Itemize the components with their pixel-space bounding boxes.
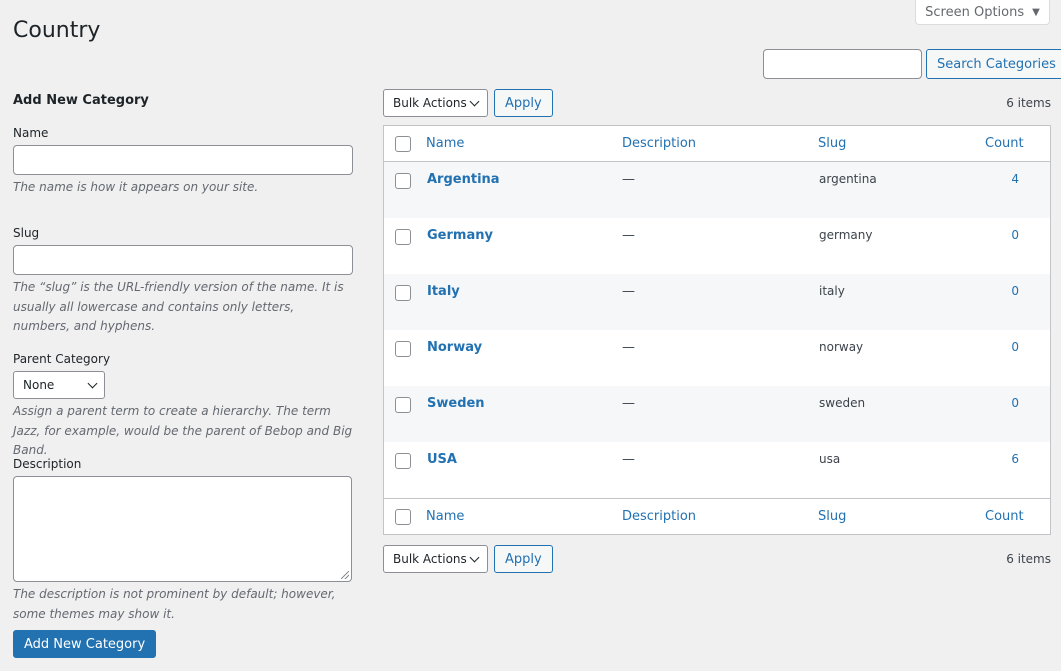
row-count-link[interactable]: 6	[984, 452, 1019, 466]
table-header: Name Description Slug Count	[384, 126, 1050, 162]
description-field-group: Description The description is not promi…	[13, 456, 353, 630]
parent-category-value: None	[23, 378, 55, 392]
row-description: —	[622, 452, 635, 467]
row-checkbox[interactable]	[395, 341, 411, 357]
table-footer: Name Description Slug Count	[384, 498, 1050, 534]
row-count-link[interactable]: 0	[984, 228, 1019, 242]
description-textarea[interactable]	[13, 476, 352, 582]
row-name-link[interactable]: USA	[427, 452, 457, 467]
bulk-actions-select-bottom[interactable]: Bulk Actions	[383, 545, 488, 573]
screen-options-label: Screen Options	[925, 4, 1025, 20]
column-count-footer[interactable]: Count	[985, 509, 1024, 524]
row-count-link[interactable]: 0	[984, 284, 1019, 298]
slug-help-text: The “slug” is the URL-friendly version o…	[13, 280, 344, 333]
bulk-actions-value: Bulk Actions	[393, 96, 467, 110]
column-count-header[interactable]: Count	[985, 136, 1024, 151]
row-count-link[interactable]: 0	[984, 340, 1019, 354]
resize-grip-icon[interactable]	[341, 571, 349, 579]
search-box: Search Categories	[763, 49, 1061, 79]
screen-options-button[interactable]: Screen Options ▼	[915, 0, 1050, 25]
row-slug: argentina	[819, 172, 877, 186]
column-name-footer[interactable]: Name	[426, 509, 464, 524]
search-input[interactable]	[763, 49, 922, 79]
add-new-category-form: Add New Category Name The name is how it…	[13, 92, 353, 658]
triangle-down-icon: ▼	[1032, 6, 1040, 18]
page-title: Country	[13, 18, 101, 43]
row-checkbox[interactable]	[395, 229, 411, 245]
name-label: Name	[13, 126, 49, 140]
description-help-text: The description is not prominent by defa…	[13, 587, 336, 621]
row-count-link[interactable]: 4	[984, 172, 1019, 186]
select-all-checkbox[interactable]	[395, 135, 411, 152]
slug-field-group: Slug The “slug” is the URL-friendly vers…	[13, 225, 353, 351]
name-input[interactable]	[13, 145, 353, 175]
row-checkbox[interactable]	[395, 453, 411, 469]
chevron-down-icon	[87, 378, 98, 388]
apply-button-top[interactable]: Apply	[494, 89, 553, 117]
row-slug: sweden	[819, 396, 866, 410]
row-description: —	[622, 228, 635, 243]
tablenav-bottom: Bulk Actions Apply 6 items	[383, 545, 1051, 573]
row-slug: usa	[819, 452, 841, 466]
row-slug: norway	[819, 340, 864, 354]
table-row: USA — usa 6	[384, 442, 1050, 498]
row-checkbox[interactable]	[395, 397, 411, 413]
row-description: —	[622, 340, 635, 355]
table-row: Norway — norway 0	[384, 330, 1050, 386]
items-count-bottom: 6 items	[1006, 552, 1051, 566]
table-row: Italy — italy 0	[384, 274, 1050, 330]
column-description-footer[interactable]: Description	[622, 509, 696, 524]
form-heading: Add New Category	[13, 93, 149, 108]
parent-category-label: Parent Category	[13, 352, 111, 366]
apply-button-bottom[interactable]: Apply	[494, 545, 553, 573]
row-name-link[interactable]: Italy	[427, 284, 460, 299]
column-name-header[interactable]: Name	[426, 136, 464, 151]
column-slug-footer[interactable]: Slug	[818, 509, 846, 524]
row-name-link[interactable]: Norway	[427, 340, 482, 355]
description-label: Description	[13, 457, 82, 471]
row-name-link[interactable]: Germany	[427, 228, 493, 243]
slug-input[interactable]	[13, 245, 353, 275]
categories-table: Name Description Slug Count Argentina — …	[383, 125, 1051, 535]
select-all-checkbox-footer[interactable]	[395, 508, 411, 525]
row-name-link[interactable]: Argentina	[427, 172, 500, 187]
bulk-actions-select-top[interactable]: Bulk Actions	[383, 89, 488, 117]
row-description: —	[622, 172, 635, 187]
table-row: Germany — germany 0	[384, 218, 1050, 274]
add-new-category-button[interactable]: Add New Category	[13, 630, 157, 658]
tablenav-top: Bulk Actions Apply 6 items	[383, 89, 1051, 117]
row-slug: germany	[819, 228, 873, 242]
row-slug: italy	[819, 284, 845, 298]
parent-help-text: Assign a parent term to create a hierarc…	[13, 404, 353, 457]
table-row: Sweden — sweden 0	[384, 386, 1050, 442]
bulk-actions-value: Bulk Actions	[393, 552, 467, 566]
parent-category-select[interactable]: None	[13, 371, 105, 399]
name-field-group: Name The name is how it appears on your …	[13, 125, 353, 225]
chevron-down-icon	[469, 552, 480, 562]
items-count-top: 6 items	[1006, 96, 1051, 110]
row-description: —	[622, 396, 635, 411]
row-checkbox[interactable]	[395, 285, 411, 301]
row-description: —	[622, 284, 635, 299]
table-row: Argentina — argentina 4	[384, 162, 1050, 218]
parent-field-group: Parent Category None Assign a parent ter…	[13, 351, 353, 457]
column-slug-header[interactable]: Slug	[818, 136, 846, 151]
column-description-header[interactable]: Description	[622, 136, 696, 151]
slug-label: Slug	[13, 226, 40, 240]
row-count-link[interactable]: 0	[984, 396, 1019, 410]
chevron-down-icon	[469, 96, 480, 106]
row-checkbox[interactable]	[395, 173, 411, 189]
search-categories-button[interactable]: Search Categories	[926, 49, 1061, 79]
row-name-link[interactable]: Sweden	[427, 396, 485, 411]
name-help-text: The name is how it appears on your site.	[13, 180, 259, 194]
